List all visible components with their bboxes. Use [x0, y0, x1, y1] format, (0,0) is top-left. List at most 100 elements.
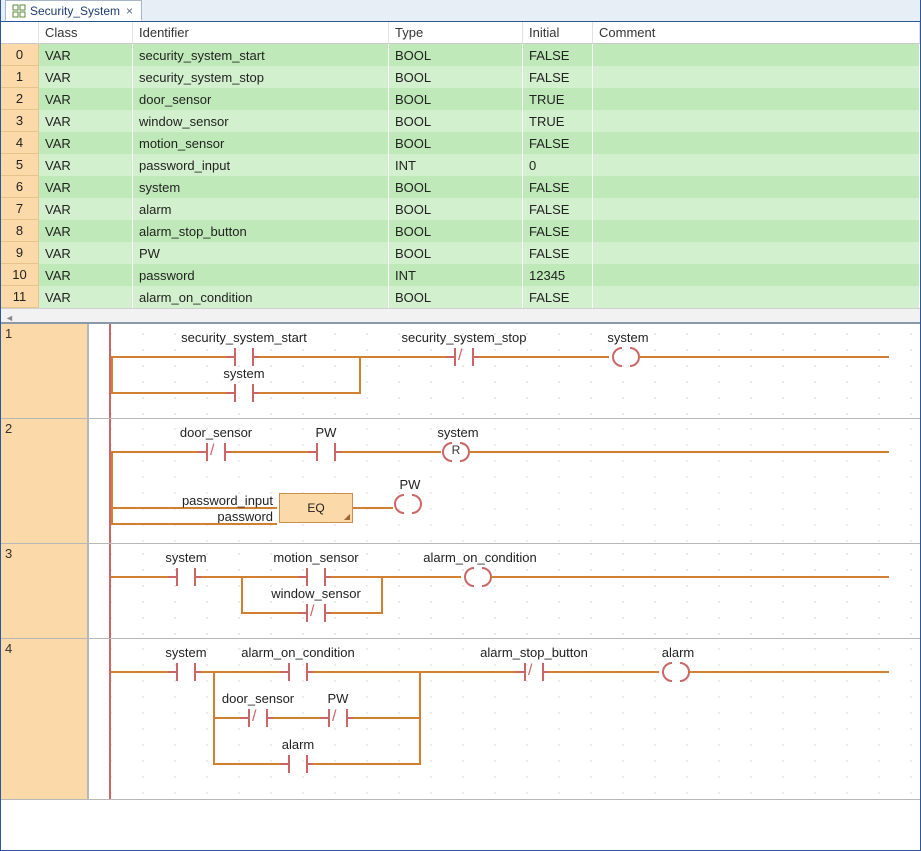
- col-class[interactable]: Class: [39, 22, 133, 44]
- row-identifier[interactable]: PW: [133, 242, 389, 264]
- row-comment[interactable]: [593, 176, 920, 198]
- row-initial[interactable]: FALSE: [523, 198, 593, 220]
- variable-row[interactable]: 3VARwindow_sensorBOOLTRUE: [1, 110, 920, 132]
- contact-start[interactable]: [229, 348, 259, 366]
- variable-row[interactable]: 2VARdoor_sensorBOOLTRUE: [1, 88, 920, 110]
- rung-4[interactable]: 4systemalarm_on_conditionalarm_stop_butt…: [1, 639, 920, 800]
- row-class[interactable]: VAR: [39, 44, 133, 66]
- variable-row[interactable]: 0VARsecurity_system_startBOOLFALSE: [1, 44, 920, 66]
- coil-pw[interactable]: [395, 495, 421, 513]
- row-identifier[interactable]: alarm_on_condition: [133, 286, 389, 308]
- row-type[interactable]: BOOL: [389, 176, 523, 198]
- coil-system-reset[interactable]: R: [443, 443, 469, 461]
- row-class[interactable]: VAR: [39, 198, 133, 220]
- variable-row[interactable]: 1VARsecurity_system_stopBOOLFALSE: [1, 66, 920, 88]
- function-block-eq[interactable]: EQ◢: [279, 493, 353, 523]
- row-initial[interactable]: 12345: [523, 264, 593, 286]
- contact-system-latch[interactable]: [229, 384, 259, 402]
- row-initial[interactable]: FALSE: [523, 220, 593, 242]
- row-index[interactable]: 10: [1, 264, 39, 286]
- contact-pw2[interactable]: /: [323, 709, 353, 727]
- contact-door2[interactable]: /: [243, 709, 273, 727]
- row-comment[interactable]: [593, 44, 920, 66]
- row-identifier[interactable]: window_sensor: [133, 110, 389, 132]
- row-class[interactable]: VAR: [39, 220, 133, 242]
- ladder-editor[interactable]: 1security_system_startsecurity_system_st…: [1, 324, 920, 850]
- row-type[interactable]: BOOL: [389, 66, 523, 88]
- row-comment[interactable]: [593, 132, 920, 154]
- contact-motion[interactable]: [301, 568, 331, 586]
- row-type[interactable]: BOOL: [389, 198, 523, 220]
- horizontal-scrollbar[interactable]: [1, 308, 920, 322]
- variable-row[interactable]: 9VARPWBOOLFALSE: [1, 242, 920, 264]
- variable-row[interactable]: 11VARalarm_on_conditionBOOLFALSE: [1, 286, 920, 308]
- row-identifier[interactable]: alarm_stop_button: [133, 220, 389, 242]
- row-class[interactable]: VAR: [39, 264, 133, 286]
- row-initial[interactable]: FALSE: [523, 66, 593, 88]
- row-initial[interactable]: FALSE: [523, 132, 593, 154]
- row-type[interactable]: BOOL: [389, 44, 523, 66]
- contact-system[interactable]: [171, 663, 201, 681]
- row-initial[interactable]: FALSE: [523, 242, 593, 264]
- col-type[interactable]: Type: [389, 22, 523, 44]
- row-type[interactable]: BOOL: [389, 110, 523, 132]
- row-type[interactable]: INT: [389, 154, 523, 176]
- coil-alarm[interactable]: [663, 663, 689, 681]
- variable-row[interactable]: 4VARmotion_sensorBOOLFALSE: [1, 132, 920, 154]
- row-identifier[interactable]: system: [133, 176, 389, 198]
- contact-system[interactable]: [171, 568, 201, 586]
- contact-door[interactable]: /: [201, 443, 231, 461]
- row-index[interactable]: 6: [1, 176, 39, 198]
- row-initial[interactable]: FALSE: [523, 176, 593, 198]
- row-type[interactable]: BOOL: [389, 132, 523, 154]
- contact-alarm-cond[interactable]: [283, 663, 313, 681]
- row-index[interactable]: 7: [1, 198, 39, 220]
- rung-3[interactable]: 3systemmotion_sensoralarm_on_conditionwi…: [1, 544, 920, 639]
- row-class[interactable]: VAR: [39, 154, 133, 176]
- row-type[interactable]: BOOL: [389, 88, 523, 110]
- row-identifier[interactable]: alarm: [133, 198, 389, 220]
- rung-2[interactable]: 2door_sensor/PWsystemRpassword_inputpass…: [1, 419, 920, 544]
- row-comment[interactable]: [593, 198, 920, 220]
- rung-1[interactable]: 1security_system_startsecurity_system_st…: [1, 324, 920, 419]
- row-class[interactable]: VAR: [39, 110, 133, 132]
- variable-row[interactable]: 7VARalarmBOOLFALSE: [1, 198, 920, 220]
- row-type[interactable]: BOOL: [389, 220, 523, 242]
- row-identifier[interactable]: password_input: [133, 154, 389, 176]
- row-class[interactable]: VAR: [39, 66, 133, 88]
- row-class[interactable]: VAR: [39, 176, 133, 198]
- row-type[interactable]: BOOL: [389, 242, 523, 264]
- row-index[interactable]: 8: [1, 220, 39, 242]
- row-index[interactable]: 1: [1, 66, 39, 88]
- variable-row[interactable]: 6VARsystemBOOLFALSE: [1, 176, 920, 198]
- col-comment[interactable]: Comment: [593, 22, 920, 44]
- variable-row[interactable]: 5VARpassword_inputINT0: [1, 154, 920, 176]
- row-index[interactable]: 5: [1, 154, 39, 176]
- row-comment[interactable]: [593, 220, 920, 242]
- row-comment[interactable]: [593, 242, 920, 264]
- row-identifier[interactable]: motion_sensor: [133, 132, 389, 154]
- tab-security-system[interactable]: Security_System ×: [5, 0, 142, 21]
- row-class[interactable]: VAR: [39, 242, 133, 264]
- row-initial[interactable]: FALSE: [523, 44, 593, 66]
- row-identifier[interactable]: door_sensor: [133, 88, 389, 110]
- row-initial[interactable]: TRUE: [523, 88, 593, 110]
- row-class[interactable]: VAR: [39, 286, 133, 308]
- col-initial[interactable]: Initial: [523, 22, 593, 44]
- row-comment[interactable]: [593, 264, 920, 286]
- coil-system[interactable]: [613, 348, 639, 366]
- row-index[interactable]: 11: [1, 286, 39, 308]
- row-type[interactable]: INT: [389, 264, 523, 286]
- variable-row[interactable]: 8VARalarm_stop_buttonBOOLFALSE: [1, 220, 920, 242]
- contact-stop[interactable]: /: [449, 348, 479, 366]
- row-index[interactable]: 0: [1, 44, 39, 66]
- variable-row[interactable]: 10VARpasswordINT12345: [1, 264, 920, 286]
- row-index[interactable]: 2: [1, 88, 39, 110]
- contact-window[interactable]: /: [301, 604, 331, 622]
- row-comment[interactable]: [593, 66, 920, 88]
- row-index[interactable]: 9: [1, 242, 39, 264]
- row-class[interactable]: VAR: [39, 132, 133, 154]
- contact-alarm-latch[interactable]: [283, 755, 313, 773]
- row-index[interactable]: 4: [1, 132, 39, 154]
- row-identifier[interactable]: security_system_start: [133, 44, 389, 66]
